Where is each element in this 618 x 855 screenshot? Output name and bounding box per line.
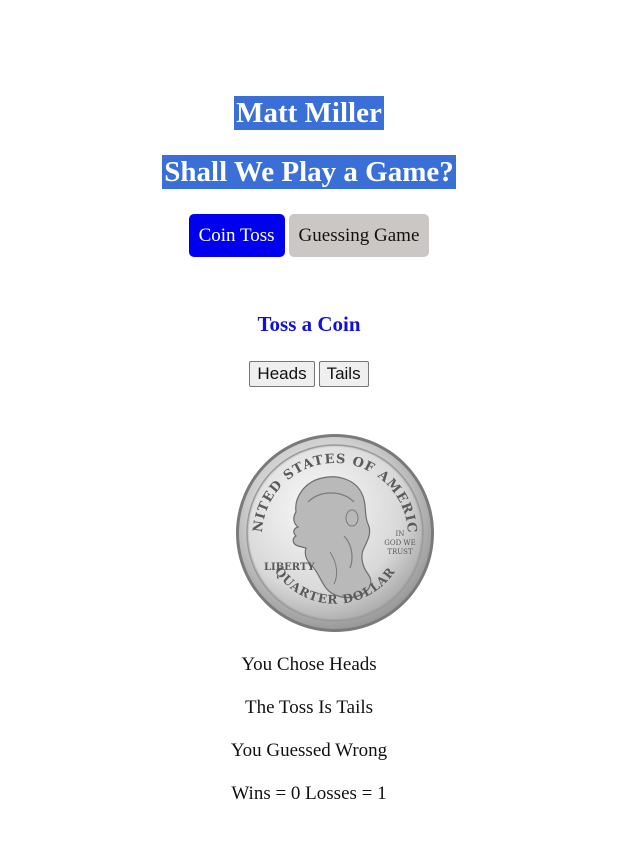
coin-image: UNITED STATES OF AMERICA QUARTER DOLLAR … bbox=[227, 421, 434, 632]
result-toss: The Toss Is Tails bbox=[244, 697, 374, 718]
coin-motto-line-3: TRUST bbox=[387, 548, 413, 556]
coin-liberty-text: LIBERTY bbox=[264, 562, 315, 573]
choice-buttons: Heads Tails bbox=[0, 361, 618, 387]
game-title-row: Shall We Play a Game? bbox=[0, 155, 618, 189]
game-title: Shall We Play a Game? bbox=[162, 155, 456, 189]
game-tabs: Coin Toss Guessing Game bbox=[0, 214, 618, 257]
coin-motto-line-2: GOD WE bbox=[384, 539, 415, 547]
heads-button[interactable]: Heads bbox=[249, 361, 315, 387]
tab-guessing-game[interactable]: Guessing Game bbox=[288, 214, 430, 257]
coin-toss-heading: Toss a Coin bbox=[257, 312, 361, 336]
tab-coin-toss[interactable]: Coin Toss bbox=[188, 214, 285, 257]
tails-button[interactable]: Tails bbox=[318, 361, 369, 387]
result-guess: You Guessed Wrong bbox=[230, 740, 388, 761]
coin-motto-line-1: IN bbox=[396, 530, 405, 538]
page: Matt Miller Shall We Play a Game? Coin T… bbox=[0, 0, 618, 855]
name-title-row: Matt Miller bbox=[0, 96, 618, 130]
score-line: Wins = 0 Losses = 1 bbox=[231, 783, 387, 804]
quarter-coin-icon: UNITED STATES OF AMERICA QUARTER DOLLAR … bbox=[227, 421, 436, 634]
result-choice: You Chose Heads bbox=[241, 654, 377, 675]
name-title: Matt Miller bbox=[234, 96, 384, 130]
